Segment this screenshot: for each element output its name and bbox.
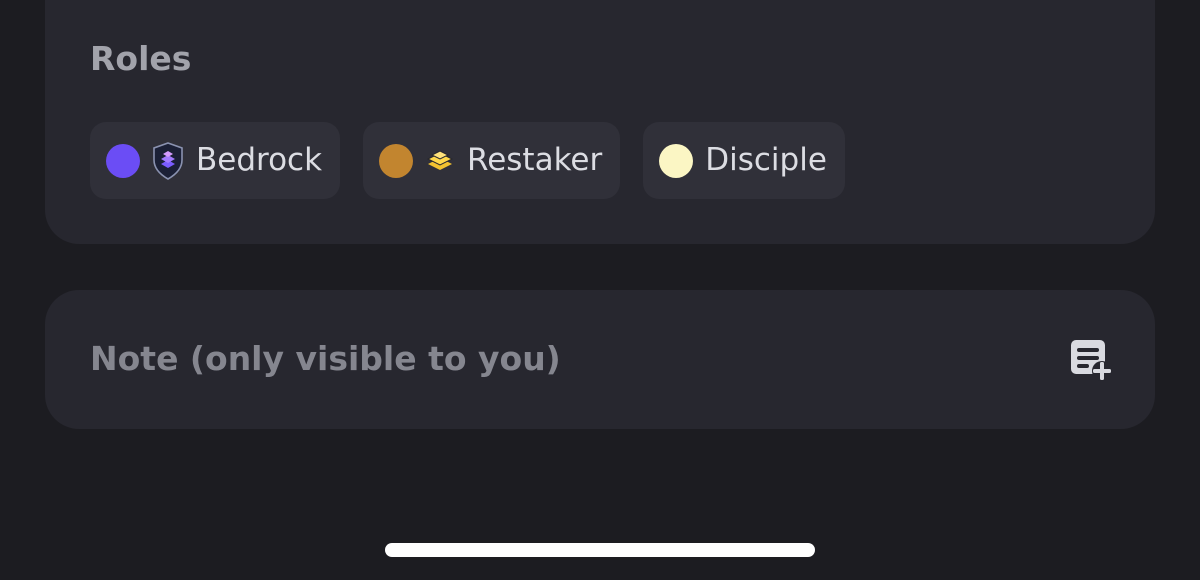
roles-list: Bedrock Restaker Disciple <box>90 122 845 199</box>
role-label: Restaker <box>467 142 603 178</box>
note-field[interactable]: Note (only visible to you) <box>45 290 1155 429</box>
role-color-dot <box>659 143 694 178</box>
note-placeholder: Note (only visible to you) <box>90 339 561 378</box>
role-color-dot <box>106 143 140 178</box>
profile-screen: Roles Bedrock Restaker Disciple Note (on… <box>0 0 1200 580</box>
layers-icon <box>425 149 455 173</box>
role-label: Disciple <box>705 142 827 178</box>
note-add-icon[interactable] <box>1069 338 1113 382</box>
role-chip-bedrock[interactable]: Bedrock <box>90 122 341 199</box>
bedrock-shield-icon <box>152 141 184 180</box>
role-chip-disciple[interactable]: Disciple <box>643 122 845 199</box>
roles-section: Roles Bedrock Restaker Disciple <box>45 0 1155 244</box>
home-indicator[interactable] <box>385 543 815 557</box>
role-label: Bedrock <box>196 142 323 178</box>
role-chip-restaker[interactable]: Restaker <box>363 122 621 199</box>
role-color-dot <box>379 143 414 178</box>
roles-title: Roles <box>90 39 192 78</box>
